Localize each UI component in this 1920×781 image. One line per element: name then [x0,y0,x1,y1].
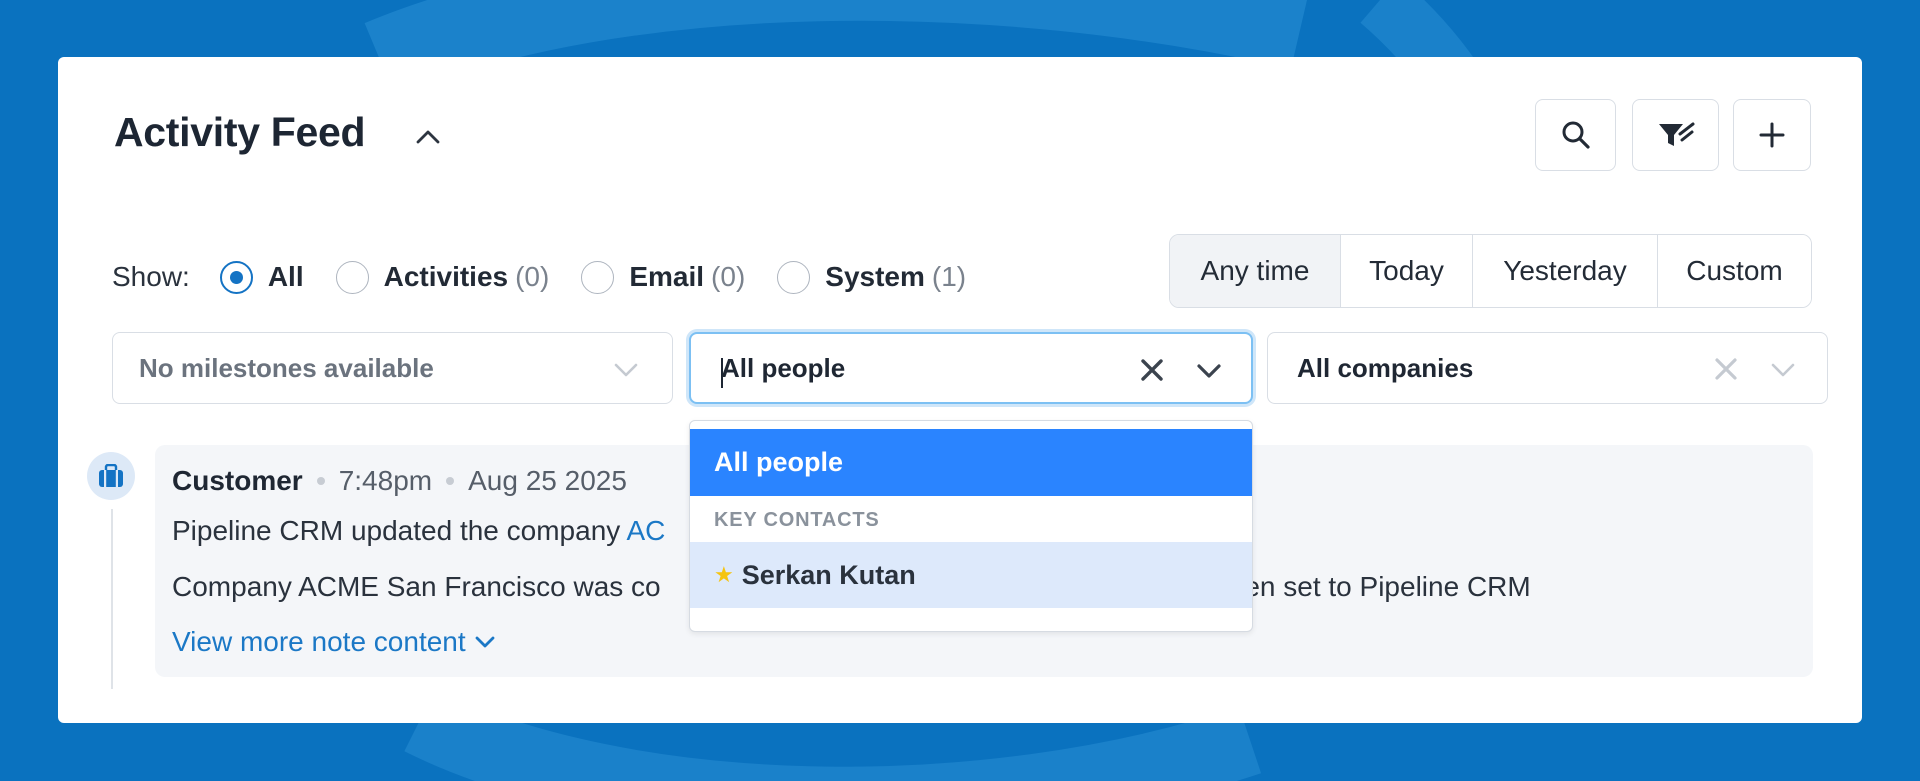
radio-count: (0) [515,261,550,292]
company-link[interactable]: AC [627,515,666,546]
chevron-up-icon [416,130,440,144]
dropdown-option-contact[interactable]: ★ Serkan Kutan [690,542,1252,608]
radio-button[interactable] [581,260,615,294]
radio-system[interactable]: System (1) [777,260,967,294]
activity-summary: Pipeline CRM updated the company AC [172,515,665,547]
time-any-time-button[interactable]: Any time [1170,235,1340,307]
time-filter: Any time Today Yesterday Custom [1169,234,1812,308]
detail-text-start: Company ACME San Francisco was co [172,571,661,602]
briefcase-icon [99,464,123,487]
radio-label: Activities [383,261,509,292]
dropdown-option-all-people[interactable]: All people [690,429,1252,496]
filter-button[interactable] [1632,99,1719,171]
radio-button[interactable] [777,260,811,294]
clear-icon[interactable] [1137,355,1167,385]
dropdown-group-label: KEY CONTACTS [714,509,880,531]
activity-time: 7:48pm [338,465,433,496]
filter-icon [1658,122,1694,146]
people-dropdown-menu: All people KEY CONTACTS ★ Serkan Kutan [689,420,1253,632]
separator-dot [446,477,455,485]
search-button[interactable] [1535,99,1616,171]
time-custom-button[interactable]: Custom [1657,235,1811,307]
show-filter: Show: All Activities (0) Email (0) Syste… [112,253,998,301]
radio-activities[interactable]: Activities (0) [335,260,550,294]
select-value: No milestones available [139,352,434,383]
star-icon: ★ [714,562,734,587]
activity-feed-panel: Activity Feed Show: All Activities (0) E… [58,57,1862,723]
clear-icon[interactable] [1711,354,1741,384]
chevron-down-icon[interactable] [1194,355,1224,385]
timeline-marker [87,452,135,500]
select-value: All companies [1297,352,1474,383]
people-select[interactable]: All people [689,332,1253,404]
summary-text: Pipeline CRM updated the company [172,515,627,546]
radio-all[interactable]: All [219,260,304,294]
companies-select[interactable]: All companies [1267,332,1828,404]
time-yesterday-button[interactable]: Yesterday [1472,235,1657,307]
radio-button[interactable] [335,260,369,294]
time-today-button[interactable]: Today [1340,235,1472,307]
plus-icon [1759,122,1785,148]
radio-email[interactable]: Email (0) [581,260,746,294]
select-value: All people [721,352,846,383]
radio-button-checked[interactable] [219,260,253,294]
radio-label: System [825,261,925,292]
page-title: Activity Feed [114,109,366,155]
radio-count: (0) [711,261,746,292]
view-more-label: View more note content [172,626,466,657]
view-more-link[interactable]: View more note content [172,626,496,658]
chevron-down-icon[interactable] [1768,354,1798,384]
radio-label: All [267,261,304,292]
separator-dot [316,477,325,485]
search-icon [1562,121,1590,149]
detail-text-end: been set to Pipeline CRM [1213,571,1531,602]
milestones-select[interactable]: No milestones available [112,332,673,404]
activity-date: Aug 25 2025 [468,465,627,496]
contact-name: Serkan Kutan [741,559,916,590]
show-label: Show: [112,261,190,292]
activity-meta: Customer 7:48pm Aug 25 2025 [172,465,627,497]
chevron-down-icon [475,636,495,648]
chevron-down-icon [614,363,638,377]
timeline-line [111,509,113,689]
radio-count: (1) [931,261,967,292]
add-button[interactable] [1733,99,1811,171]
radio-label: Email [629,261,705,292]
activity-type: Customer [172,465,303,496]
collapse-button[interactable] [410,119,446,155]
